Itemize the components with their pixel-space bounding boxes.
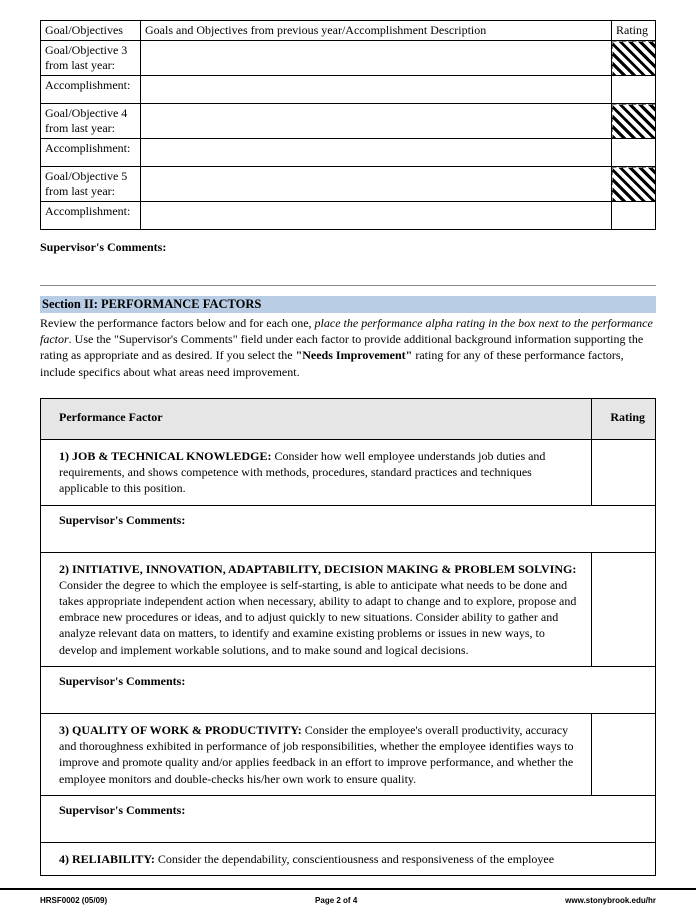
pf-header-rating: Rating xyxy=(592,398,656,439)
pf-factor-row: 1) JOB & TECHNICAL KNOWLEDGE: Consider h… xyxy=(41,439,656,505)
pf-comments-row: Supervisor's Comments: xyxy=(41,666,656,713)
pf-factor-cell: 2) INITIATIVE, INNOVATION, ADAPTABILITY,… xyxy=(41,552,592,666)
goals-table: Goal/Objectives Goals and Objectives fro… xyxy=(40,20,656,230)
goal-rating-hatched xyxy=(612,41,656,76)
accomplishment-description-cell[interactable] xyxy=(141,139,612,167)
goal-label: Goal/Objective 5 from last year: xyxy=(41,167,141,202)
intro-text: Review the performance factors below and… xyxy=(40,316,315,330)
goal-row: Goal/Objective 3 from last year: xyxy=(41,41,656,76)
pf-header-factor: Performance Factor xyxy=(41,398,592,439)
pf-comments-row: Supervisor's Comments: xyxy=(41,505,656,552)
footer-form-id: HRSF0002 (05/09) xyxy=(40,896,107,905)
performance-factors-table: Performance Factor Rating 1) JOB & TECHN… xyxy=(40,398,656,876)
goals-header-objectives: Goal/Objectives xyxy=(41,21,141,41)
accomplishment-description-cell[interactable] xyxy=(141,202,612,230)
accomplishment-label: Accomplishment: xyxy=(41,202,141,230)
goal-rating-hatched xyxy=(612,167,656,202)
section-divider xyxy=(40,285,656,286)
accomplishment-row: Accomplishment: xyxy=(41,76,656,104)
accomplishment-description-cell[interactable] xyxy=(141,76,612,104)
pf-factor-row: 3) QUALITY OF WORK & PRODUCTIVITY: Consi… xyxy=(41,714,656,796)
pf-factor-cell: 4) RELIABILITY: Consider the dependabili… xyxy=(41,842,656,875)
goal-row: Goal/Objective 4 from last year: xyxy=(41,104,656,139)
pf-factor-cell: 1) JOB & TECHNICAL KNOWLEDGE: Consider h… xyxy=(41,439,592,505)
accomplishment-rating-cell[interactable] xyxy=(612,139,656,167)
pf-rating-cell[interactable] xyxy=(592,552,656,666)
goal-rating-hatched xyxy=(612,104,656,139)
pf-factor-title: 2) INITIATIVE, INNOVATION, ADAPTABILITY,… xyxy=(59,562,576,576)
accomplishment-label: Accomplishment: xyxy=(41,76,141,104)
page-content: Goal/Objectives Goals and Objectives fro… xyxy=(0,0,696,886)
goal-label: Goal/Objective 3 from last year: xyxy=(41,41,141,76)
supervisor-comments-section1: Supervisor's Comments: xyxy=(40,240,656,255)
accomplishment-row: Accomplishment: xyxy=(41,202,656,230)
pf-factor-desc: Consider the dependability, conscientiou… xyxy=(158,852,554,866)
accomplishment-rating-cell[interactable] xyxy=(612,76,656,104)
pf-rating-cell[interactable] xyxy=(592,714,656,796)
pf-factor-title: 1) JOB & TECHNICAL KNOWLEDGE: xyxy=(59,449,274,463)
section2-header: Section II: PERFORMANCE FACTORS xyxy=(40,296,656,313)
page-footer: HRSF0002 (05/09) Page 2 of 4 www.stonybr… xyxy=(0,888,696,915)
goal-description-cell[interactable] xyxy=(141,167,612,202)
pf-comments-cell[interactable]: Supervisor's Comments: xyxy=(41,666,656,713)
pf-factor-cell: 3) QUALITY OF WORK & PRODUCTIVITY: Consi… xyxy=(41,714,592,796)
accomplishment-rating-cell[interactable] xyxy=(612,202,656,230)
accomplishment-label: Accomplishment: xyxy=(41,139,141,167)
pf-factor-title: 3) QUALITY OF WORK & PRODUCTIVITY: xyxy=(59,723,305,737)
pf-comments-row: Supervisor's Comments: xyxy=(41,795,656,842)
intro-bold: "Needs Improvement" xyxy=(296,348,413,362)
pf-comments-cell[interactable]: Supervisor's Comments: xyxy=(41,505,656,552)
pf-factor-desc: Consider the degree to which the employe… xyxy=(59,578,576,657)
goals-header-rating: Rating xyxy=(612,21,656,41)
goal-row: Goal/Objective 5 from last year: xyxy=(41,167,656,202)
pf-rating-cell[interactable] xyxy=(592,439,656,505)
goal-description-cell[interactable] xyxy=(141,104,612,139)
accomplishment-row: Accomplishment: xyxy=(41,139,656,167)
goals-header-description: Goals and Objectives from previous year/… xyxy=(141,21,612,41)
footer-page-number: Page 2 of 4 xyxy=(315,896,357,905)
pf-header-row: Performance Factor Rating xyxy=(41,398,656,439)
pf-factor-row: 4) RELIABILITY: Consider the dependabili… xyxy=(41,842,656,875)
footer-url: www.stonybrook.edu/hr xyxy=(565,896,656,905)
section2-intro: Review the performance factors below and… xyxy=(40,315,656,380)
pf-factor-title: 4) RELIABILITY: xyxy=(59,852,158,866)
goal-label: Goal/Objective 4 from last year: xyxy=(41,104,141,139)
pf-comments-cell[interactable]: Supervisor's Comments: xyxy=(41,795,656,842)
pf-factor-row: 2) INITIATIVE, INNOVATION, ADAPTABILITY,… xyxy=(41,552,656,666)
goal-description-cell[interactable] xyxy=(141,41,612,76)
goals-header-row: Goal/Objectives Goals and Objectives fro… xyxy=(41,21,656,41)
